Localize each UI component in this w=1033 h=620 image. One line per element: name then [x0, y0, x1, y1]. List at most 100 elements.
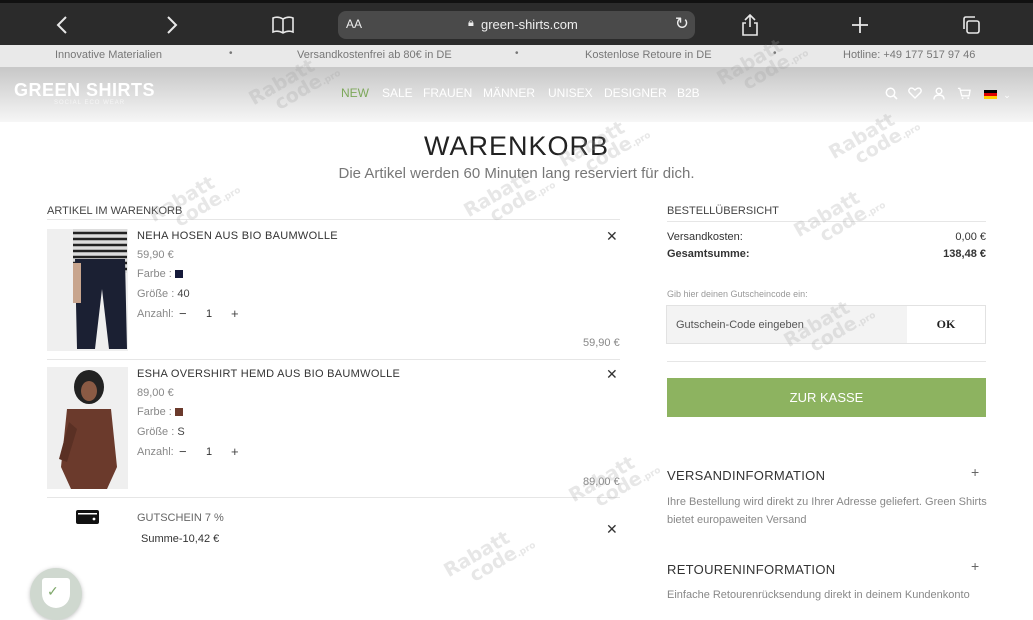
info-bar: Innovative Materialien • Versandkostenfr… [0, 45, 1033, 67]
site-logo[interactable]: GREEN SHIRTS [14, 80, 155, 101]
nav-designer[interactable]: DESIGNER [604, 86, 667, 100]
nav-frauen[interactable]: FRAUEN [423, 86, 472, 100]
info-free-shipping: Versandkostenfrei ab 80€ in DE [297, 49, 452, 61]
info-separator: • [773, 48, 777, 59]
shipping-value: 0,00 € [955, 231, 986, 243]
coupon-input[interactable] [667, 306, 907, 343]
summary-heading: BESTELLÜBERSICHT [667, 205, 779, 217]
product-unit-price: 89,00 € [137, 387, 174, 399]
total-value: 138,48 € [943, 248, 986, 260]
color-swatch [174, 270, 183, 279]
cart-icon[interactable] [957, 86, 971, 100]
watermark-word: code [590, 467, 646, 512]
product-image-esha[interactable] [47, 367, 128, 489]
size-label: Größe : [137, 288, 175, 300]
info-hotline[interactable]: Hotline: +49 177 517 97 46 [843, 49, 975, 61]
url-text[interactable]: green-shirts.com [481, 17, 578, 32]
product-image-neha[interactable] [47, 229, 128, 351]
watermark-line: code.pro [575, 459, 665, 523]
reload-icon[interactable]: ↻ [675, 14, 689, 34]
item-total: 59,90 € [583, 337, 620, 349]
qty-label: Anzahl: [137, 446, 174, 458]
qty-minus-button[interactable]: − [179, 444, 187, 459]
trust-badge[interactable]: ✓ [30, 568, 82, 620]
divider [47, 497, 620, 498]
product-name[interactable]: NEHA HOSEN AUS BIO BAUMWOLLE [137, 230, 338, 242]
reader-aa-button[interactable]: AA [346, 17, 362, 31]
logo-tagline: SOCIAL ECO WEAR [54, 100, 126, 106]
returns-info-title[interactable]: RETOURENINFORMATION [667, 562, 835, 577]
coupon-form: OK [666, 305, 986, 344]
chevron-down-icon[interactable]: ⌄ [1000, 88, 1014, 102]
shipping-info-title[interactable]: VERSANDINFORMATION [667, 468, 825, 483]
watermark-suffix: .pro [639, 465, 663, 485]
product-name[interactable]: ESHA OVERSHIRT HEMD AUS BIO BAUMWOLLE [137, 368, 400, 380]
divider [47, 359, 620, 360]
nav-maenner[interactable]: MÄNNER [483, 86, 535, 100]
qty-minus-button[interactable]: − [179, 306, 187, 321]
product-color: Farbe : [137, 268, 183, 280]
heart-icon[interactable] [908, 86, 922, 100]
qty-value[interactable]: 1 [206, 446, 212, 458]
product-color: Farbe : [137, 406, 183, 418]
bookmarks-icon[interactable] [270, 12, 296, 38]
color-label: Farbe : [137, 268, 172, 280]
remove-item-button[interactable]: ✕ [606, 366, 618, 383]
size-value: 40 [177, 288, 190, 300]
remove-item-button[interactable]: ✕ [606, 228, 618, 245]
cart-heading: ARTIKEL IM WARENKORB [47, 205, 183, 217]
browser-toolbar: AA 🔒︎ green-shirts.com ↻ [0, 0, 1033, 45]
remove-voucher-button[interactable]: ✕ [606, 521, 618, 538]
voucher-name: GUTSCHEIN 7 % [137, 512, 224, 524]
expand-returns-icon[interactable]: + [971, 558, 979, 574]
watermark-line: Rabatt [790, 186, 864, 242]
coupon-ok-button[interactable]: OK [907, 306, 985, 343]
divider [667, 221, 986, 222]
size-label: Größe : [137, 426, 175, 438]
info-separator: • [515, 48, 519, 59]
watermark-word: code [465, 542, 521, 587]
expand-shipping-icon[interactable]: + [971, 464, 979, 480]
forward-icon[interactable] [159, 12, 185, 38]
qty-plus-button[interactable]: + [231, 306, 239, 321]
watermark-line: code.pro [470, 174, 560, 238]
item-total: 89,00 € [583, 476, 620, 488]
watermark-line: code.pro [450, 534, 540, 598]
tabs-icon[interactable] [958, 12, 984, 38]
product-size: Größe : S [137, 426, 185, 438]
nav-unisex[interactable]: UNISEX [548, 86, 593, 100]
account-icon[interactable] [932, 86, 946, 100]
watermark-suffix: .pro [219, 185, 243, 205]
qty-plus-button[interactable]: + [231, 444, 239, 459]
german-flag-icon[interactable] [984, 90, 997, 99]
size-value: S [177, 426, 185, 438]
qty-value[interactable]: 1 [206, 308, 212, 320]
total-label: Gesamtsumme: [667, 248, 750, 260]
watermark-word: code [815, 202, 871, 247]
nav-new[interactable]: NEW [341, 86, 369, 100]
site-header: GREEN SHIRTS SOCIAL ECO WEAR NEW SALE FR… [0, 67, 1033, 122]
share-icon[interactable] [737, 12, 763, 38]
new-tab-icon[interactable] [847, 12, 873, 38]
page-title: WARENKORB [423, 131, 609, 161]
watermark-suffix: .pro [534, 180, 558, 200]
check-icon: ✓ [47, 583, 59, 599]
watermark: Rabatt code.pro [440, 520, 540, 599]
watermark-line: Rabatt [440, 526, 514, 582]
voucher-card-icon [76, 510, 99, 529]
divider [667, 361, 986, 362]
product-unit-price: 59,90 € [137, 249, 174, 261]
info-materials: Innovative Materialien [55, 49, 163, 61]
shipping-label: Versandkosten: [667, 231, 743, 243]
address-bar[interactable]: AA 🔒︎ green-shirts.com ↻ [338, 11, 695, 39]
page-subtitle: Die Artikel werden 60 Minuten lang reser… [338, 165, 695, 182]
checkout-button[interactable]: ZUR KASSE [667, 378, 986, 417]
nav-sale[interactable]: SALE [382, 86, 413, 100]
info-free-returns: Kostenlose Retoure in DE [585, 49, 712, 61]
shipping-info-line: Ihre Bestellung wird direkt zu Ihrer Adr… [667, 496, 987, 508]
divider [47, 219, 620, 220]
search-icon[interactable] [884, 86, 898, 100]
nav-b2b[interactable]: B2B [677, 86, 700, 100]
lock-icon: 🔒︎ [468, 17, 474, 29]
back-icon[interactable] [49, 12, 75, 38]
